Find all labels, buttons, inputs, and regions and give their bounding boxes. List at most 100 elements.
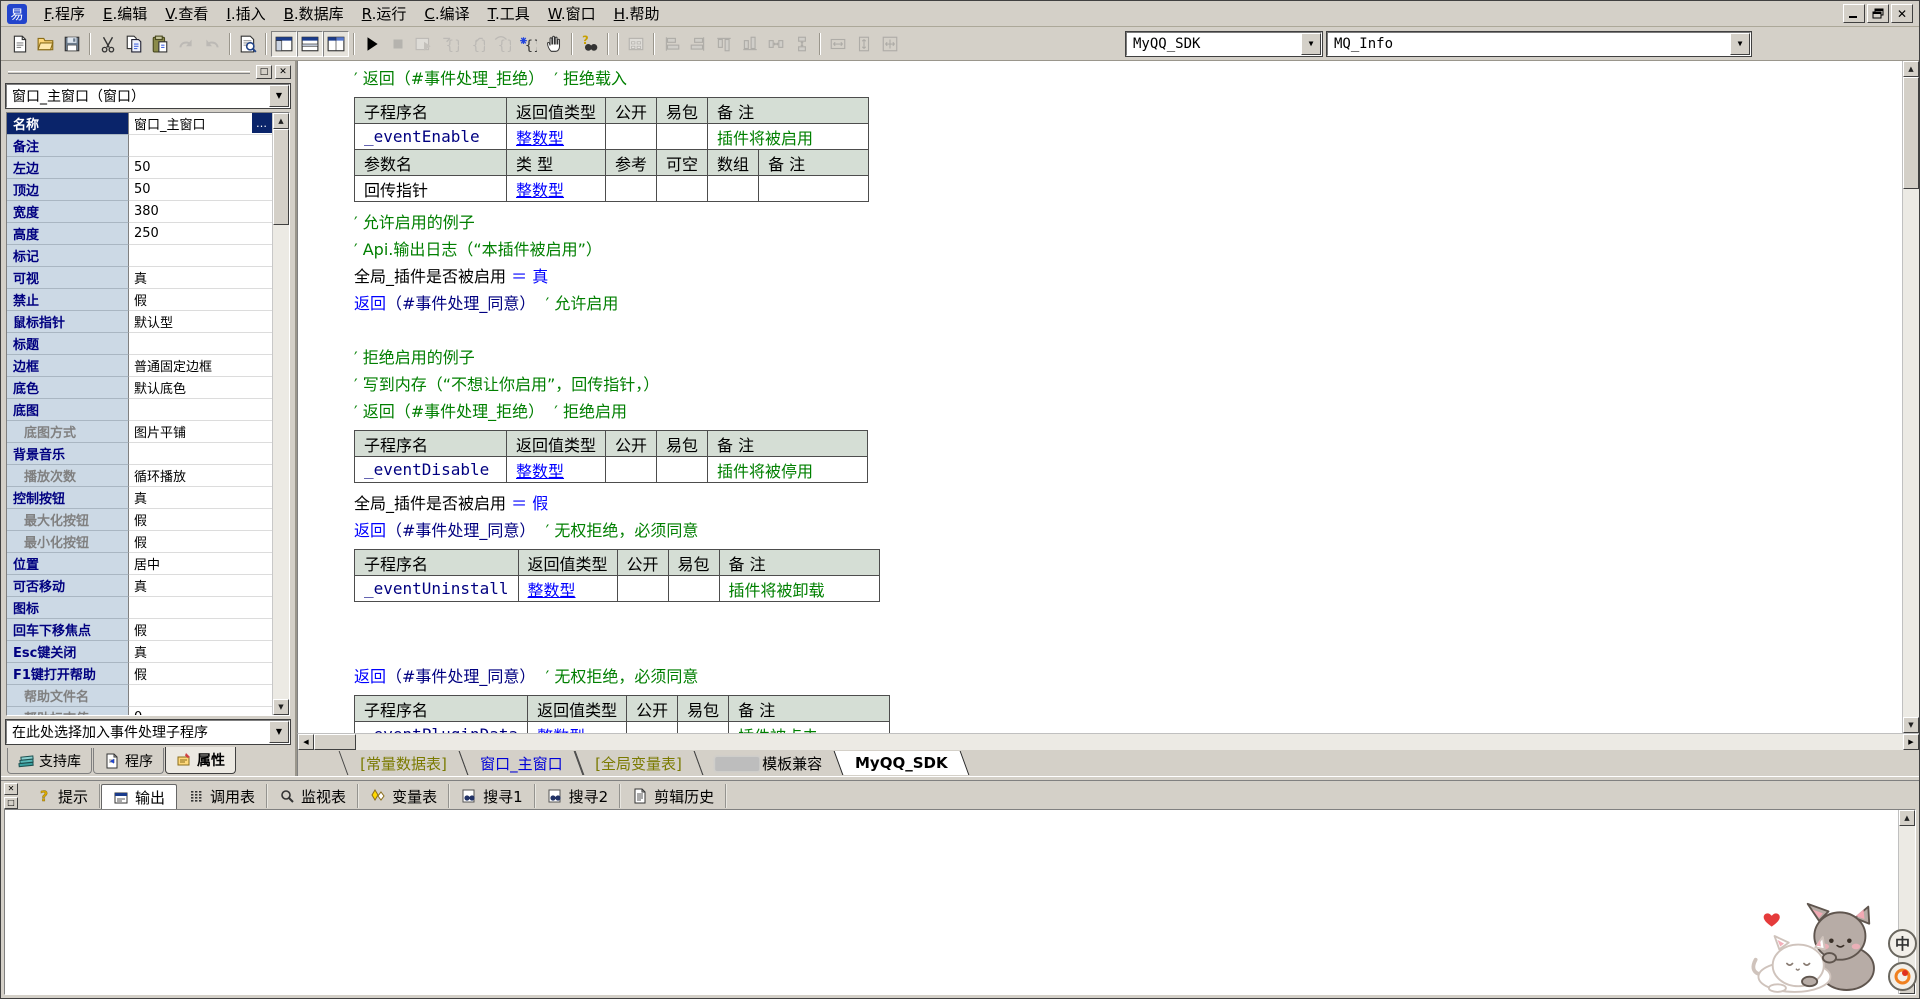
pause-hand-button[interactable] — [541, 31, 567, 57]
scroll-left-icon[interactable]: ◀ — [298, 734, 314, 750]
dock-tab-program[interactable]: 程序 — [93, 748, 164, 774]
space-horz-button[interactable] — [763, 31, 789, 57]
open-file-button[interactable] — [33, 31, 59, 57]
panel-float-button[interactable]: □ — [4, 797, 18, 809]
layout-top-button[interactable] — [271, 31, 297, 57]
object-selector-combo[interactable]: 窗口_主窗口（窗口） ▼ — [6, 84, 290, 108]
property-row-23[interactable]: 回车下移焦点假 — [7, 619, 272, 641]
code-line-comment[interactable]: ′ 允许启用的例子 — [354, 209, 1902, 236]
scroll-track[interactable] — [356, 734, 1903, 750]
output-tab-call-table[interactable]: 调用表 — [177, 784, 268, 808]
output-tab-search2[interactable]: 搜寻2 — [536, 784, 622, 808]
code-line-comment[interactable]: ′ Api.输出日志（“本插件被启用”） — [354, 236, 1902, 263]
property-row-11[interactable]: 边框普通固定边框 — [7, 355, 272, 377]
property-value[interactable]: 普通固定边框 — [129, 355, 272, 377]
table-cell[interactable]: 插件被点击 — [729, 722, 890, 734]
property-row-1[interactable]: 备注 — [7, 135, 272, 157]
copy-button[interactable] — [121, 31, 147, 57]
table-cell[interactable]: 整数型 — [518, 576, 617, 602]
property-row-0[interactable]: 名称窗口_主窗口… — [7, 113, 272, 135]
property-value[interactable]: 居中 — [129, 553, 272, 575]
table-cell[interactable]: 整数型 — [507, 124, 606, 150]
editor-tab-template-compat[interactable]: 模板兼容 — [694, 751, 844, 775]
editor-tab-const-table[interactable]: [常量数据表] — [339, 751, 468, 775]
output-content[interactable]: ▲ ▼ — [4, 809, 1916, 995]
undo-button[interactable] — [199, 31, 225, 57]
property-value[interactable]: 真 — [129, 575, 272, 597]
property-row-5[interactable]: 高度250 — [7, 223, 272, 245]
output-tab-search1[interactable]: 搜寻1 — [450, 784, 536, 808]
scroll-track[interactable] — [1903, 189, 1919, 717]
property-row-13[interactable]: 底图 — [7, 399, 272, 421]
object-selector-arrow-icon[interactable]: ▼ — [269, 85, 289, 107]
space-vert-button[interactable] — [789, 31, 815, 57]
menu-item-tools[interactable]: T.工具 — [479, 3, 539, 25]
property-row-10[interactable]: 标题 — [7, 333, 272, 355]
property-value[interactable]: 真 — [129, 487, 272, 509]
project-combo-arrow-icon[interactable]: ▼ — [1301, 33, 1321, 55]
scroll-up-icon[interactable]: ▲ — [273, 113, 289, 129]
property-row-24[interactable]: Esc键关闭真 — [7, 641, 272, 663]
property-row-2[interactable]: 左边50 — [7, 157, 272, 179]
layout-split-button[interactable] — [297, 31, 323, 57]
property-row-3[interactable]: 顶边50 — [7, 179, 272, 201]
property-value[interactable]: 假 — [129, 619, 272, 641]
menu-item-database[interactable]: B.数据库 — [275, 3, 353, 25]
code-line[interactable]: 返回（#事件处理_同意） ′ 无权拒绝，必须同意 — [354, 517, 1902, 544]
table-cell[interactable]: 整数型 — [507, 457, 606, 483]
table-cell[interactable]: _eventPluginData — [355, 722, 528, 734]
code-line-comment[interactable]: ′ 写到内存（“不想让你启用”，回传指针，） — [354, 371, 1902, 398]
cut-button[interactable] — [95, 31, 121, 57]
dock-grip[interactable] — [8, 71, 250, 74]
property-value[interactable]: 50 — [129, 179, 272, 201]
property-row-26[interactable]: 帮助文件名 — [7, 685, 272, 707]
scroll-up-icon[interactable]: ▲ — [1903, 61, 1919, 77]
output-tab-output[interactable]: 输出 — [101, 784, 177, 810]
dock-close-button[interactable]: ✕ — [275, 65, 291, 79]
stop-button[interactable] — [385, 31, 411, 57]
property-row-12[interactable]: 底色默认底色 — [7, 377, 272, 399]
property-row-9[interactable]: 鼠标指针默认型 — [7, 311, 272, 333]
table-cell[interactable] — [708, 176, 759, 202]
table-cell[interactable] — [606, 124, 657, 150]
output-tab-var-table[interactable]: 变量表 — [359, 784, 450, 808]
object-combo-arrow-icon[interactable]: ▼ — [1730, 33, 1750, 55]
property-value[interactable]: 默认型 — [129, 311, 272, 333]
same-size-button[interactable] — [877, 31, 903, 57]
subroutine-table[interactable]: 子程序名返回值类型公开易包备 注_eventUninstall整数型插件将被卸载 — [354, 549, 880, 602]
property-value[interactable]: 250 — [129, 223, 272, 245]
property-value[interactable]: 380 — [129, 201, 272, 223]
table-cell[interactable] — [606, 176, 657, 202]
align-right-button[interactable] — [685, 31, 711, 57]
event-handler-combo[interactable]: 在此处选择加入事件处理子程序 ▼ — [6, 720, 290, 744]
property-value[interactable] — [129, 399, 272, 421]
code-line-comment[interactable]: ′ 返回（#事件处理_拒绝） ′ 拒绝启用 — [354, 398, 1902, 425]
property-row-19[interactable]: 最小化按钮假 — [7, 531, 272, 553]
align-top-button[interactable] — [711, 31, 737, 57]
table-cell[interactable] — [668, 576, 719, 602]
property-row-21[interactable]: 可否移动真 — [7, 575, 272, 597]
subroutine-table[interactable]: 子程序名返回值类型公开易包备 注_eventDisable整数型插件将被停用 — [354, 430, 868, 483]
property-value[interactable]: 窗口_主窗口… — [129, 113, 272, 135]
ime-logo-button[interactable] — [1888, 962, 1917, 991]
redo-button[interactable] — [173, 31, 199, 57]
align-bottom-button[interactable] — [737, 31, 763, 57]
property-value[interactable]: 50 — [129, 157, 272, 179]
property-row-16[interactable]: 播放次数循环播放 — [7, 465, 272, 487]
scroll-thumb[interactable] — [1903, 77, 1919, 189]
property-row-27[interactable]: 帮助标志值0 — [7, 707, 272, 715]
property-row-17[interactable]: 控制按钮真 — [7, 487, 272, 509]
code-line[interactable]: 返回（#事件处理_同意） ′ 无权拒绝，必须同意 — [354, 663, 1902, 690]
save-button[interactable] — [59, 31, 85, 57]
debug-run-button[interactable] — [411, 31, 437, 57]
ime-language-button[interactable]: 中 — [1888, 929, 1917, 958]
output-tab-hint[interactable]: ?提示 — [25, 784, 101, 808]
breakpoint-button[interactable]: {} — [515, 31, 541, 57]
property-value[interactable]: 假 — [129, 509, 272, 531]
code-line-blank[interactable] — [354, 317, 1902, 344]
paste-button[interactable] — [147, 31, 173, 57]
dock-tab-properties[interactable]: 属性 — [165, 747, 236, 774]
property-value[interactable] — [129, 685, 272, 707]
menu-item-run[interactable]: R.运行 — [353, 3, 416, 25]
scroll-down-icon[interactable]: ▼ — [273, 699, 289, 715]
